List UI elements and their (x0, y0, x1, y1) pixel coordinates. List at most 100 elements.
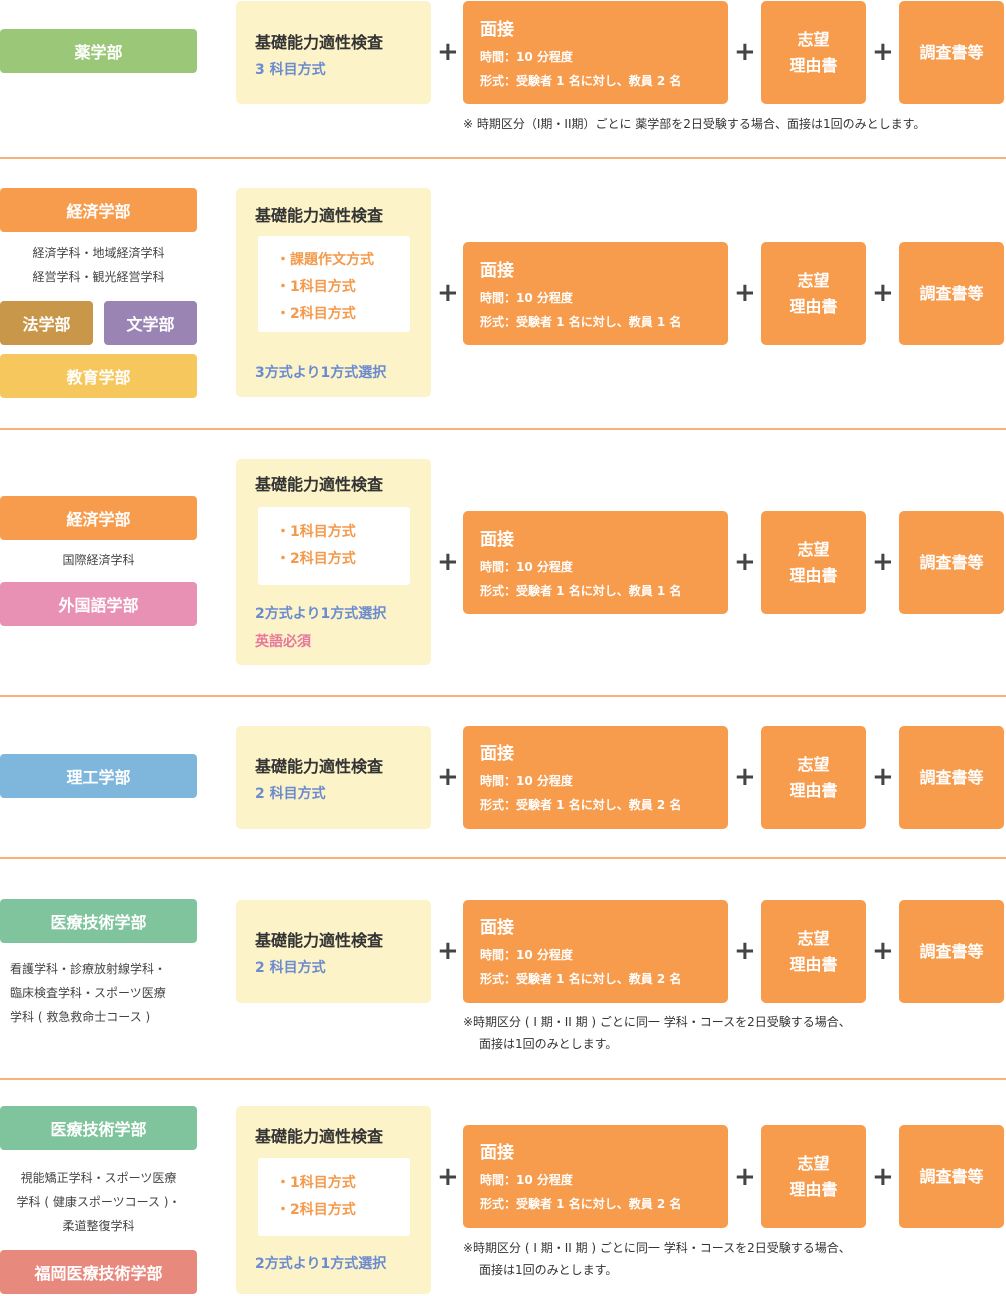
test-title: 基礎能力適性検査 (255, 475, 384, 494)
test-title: 基礎能力適性検査 (255, 757, 384, 776)
plus-icon: + (437, 936, 459, 966)
reason-box: 志望 理由書 (761, 900, 866, 1003)
interview-format: 形式：受験者 1 名に対し、教員 2 名 (480, 798, 682, 812)
interview-format: 形式：受験者 1 名に対し、教員 1 名 (480, 315, 682, 329)
plus-icon: + (734, 547, 756, 577)
department-line: 経済学科・地域経済学科 (32, 246, 165, 260)
note: ※時期区分 ( I 期・II 期 ) ごとに同一 学科・コースを2日受験する場合… (463, 1237, 851, 1281)
plus-icon: + (437, 278, 459, 308)
department-list: 視能矯正学科・スポーツ医療 学科 ( 健康スポーツコース )・ 柔道整復学科 (0, 1166, 197, 1238)
faculty-label: 経済学部 (0, 496, 197, 540)
test-method: 2 科目方式 (255, 960, 326, 976)
interview-time: 時間：10 分程度 (480, 774, 573, 788)
reason-box: 志望 理由書 (761, 1125, 866, 1228)
reason-line1: 志望 (797, 1153, 830, 1173)
test-option: ・2科目方式 (276, 551, 356, 567)
department-line: 学科 ( 健康スポーツコース )・ (16, 1195, 181, 1209)
reason-line1: 志望 (797, 29, 830, 49)
interview-title: 面接 (480, 261, 514, 281)
plus-icon: + (872, 1162, 894, 1192)
department-line: 臨床検査学科・スポーツ医療 (10, 986, 166, 1000)
reason-box: 志望 理由書 (761, 1, 866, 104)
note-line: 面接は1回のみとします。 (479, 1263, 618, 1277)
note: ※時期区分 ( I 期・II 期 ) ごとに同一 学科・コースを2日受験する場合… (463, 1011, 851, 1055)
interview-time: 時間：10 分程度 (480, 560, 573, 574)
plus-icon: + (734, 936, 756, 966)
plus-icon: + (734, 1162, 756, 1192)
plus-icon: + (734, 762, 756, 792)
department-line: 柔道整復学科 (62, 1219, 135, 1233)
interview-title: 面接 (480, 1143, 514, 1163)
note-line: ※時期区分 ( I 期・II 期 ) ごとに同一 学科・コースを2日受験する場合… (463, 1241, 851, 1255)
interview-box: 面接 時間：10 分程度 形式：受験者 1 名に対し、教員 2 名 (463, 726, 728, 829)
test-option: ・1科目方式 (276, 1175, 356, 1191)
department-line: 看護学科・診療放射線学科・ (10, 962, 167, 976)
aptitude-test-box: 基礎能力適性検査 2 科目方式 (236, 900, 431, 1003)
faculty-label: 医療技術学部 (0, 1106, 197, 1150)
interview-box: 面接 時間：10 分程度 形式：受験者 1 名に対し、教員 1 名 (463, 242, 728, 345)
test-method: 2 科目方式 (255, 786, 326, 802)
aptitude-test-box: 基礎能力適性検査 ・1科目方式 ・2科目方式 2方式より1方式選択 英語必須 (236, 459, 431, 665)
test-options: ・1科目方式 ・2科目方式 (258, 507, 410, 585)
test-option: ・2科目方式 (276, 1202, 356, 1218)
reason-box: 志望 理由書 (761, 242, 866, 345)
faculty-label: 経済学部 (0, 188, 197, 232)
plus-icon: + (872, 37, 894, 67)
reason-box: 志望 理由書 (761, 726, 866, 829)
interview-time: 時間：10 分程度 (480, 948, 573, 962)
faculty-label: 薬学部 (0, 29, 197, 73)
aptitude-test-box: 基礎能力適性検査 ・1科目方式 ・2科目方式 2方式より1方式選択 (236, 1106, 431, 1294)
test-title: 基礎能力適性検査 (255, 33, 384, 52)
interview-box: 面接 時間：10 分程度 形式：受験者 1 名に対し、教員 2 名 (463, 1125, 728, 1228)
interview-format: 形式：受験者 1 名に対し、教員 1 名 (480, 584, 682, 598)
interview-title: 面接 (480, 744, 514, 764)
note-line: 面接は1回のみとします。 (479, 1037, 618, 1051)
interview-title: 面接 (480, 530, 514, 550)
department-line: 国際経済学科 (62, 553, 135, 567)
faculty-label-education: 教育学部 (0, 354, 197, 398)
divider (0, 695, 1006, 697)
interview-time: 時間：10 分程度 (480, 291, 573, 305)
test-selection: 3方式より1方式選択 (255, 365, 387, 381)
docs-label: 調査書等 (919, 1166, 984, 1186)
interview-format: 形式：受験者 1 名に対し、教員 2 名 (480, 1197, 682, 1211)
aptitude-test-box: 基礎能力適性検査 2 科目方式 (236, 726, 431, 829)
plus-icon: + (437, 37, 459, 67)
reason-line2: 理由書 (789, 296, 838, 316)
test-option: ・1科目方式 (276, 524, 356, 540)
interview-title: 面接 (480, 20, 514, 40)
interview-title: 面接 (480, 918, 514, 938)
test-options: ・1科目方式 ・2科目方式 (258, 1158, 410, 1236)
reason-box: 志望 理由書 (761, 511, 866, 614)
aptitude-test-box: 基礎能力適性検査 3 科目方式 (236, 1, 431, 104)
reason-line2: 理由書 (789, 55, 838, 75)
test-selection: 2方式より1方式選択 (255, 606, 387, 622)
faculty-label: 理工学部 (0, 754, 197, 798)
divider (0, 1078, 1006, 1080)
faculty-label-law: 法学部 (0, 301, 93, 345)
reason-line1: 志望 (797, 928, 830, 948)
docs-label: 調査書等 (919, 941, 984, 961)
aptitude-test-box: 基礎能力適性検査 ・課題作文方式 ・1科目方式 ・2科目方式 3方式より1方式選… (236, 188, 431, 397)
divider (0, 428, 1006, 430)
plus-icon: + (437, 1162, 459, 1192)
note: ※ 時期区分（I期・II期）ごとに 薬学部を2日受験する場合、面接は1回のみとし… (463, 117, 926, 131)
docs-box: 調査書等 (899, 1, 1004, 104)
test-options: ・課題作文方式 ・1科目方式 ・2科目方式 (258, 236, 410, 332)
faculty-label-fukuoka: 福岡医療技術学部 (0, 1250, 197, 1294)
docs-label: 調査書等 (919, 283, 984, 303)
docs-label: 調査書等 (919, 552, 984, 572)
faculty-label: 医療技術学部 (0, 899, 197, 943)
interview-format: 形式：受験者 1 名に対し、教員 2 名 (480, 74, 682, 88)
english-required: 英語必須 (255, 634, 311, 650)
department-list: 国際経済学科 (0, 548, 197, 572)
docs-label: 調査書等 (919, 767, 984, 787)
docs-box: 調査書等 (899, 726, 1004, 829)
docs-box: 調査書等 (899, 900, 1004, 1003)
reason-line1: 志望 (797, 754, 830, 774)
department-line: 経営学科・観光経営学科 (32, 270, 165, 284)
faculty-label-letters: 文学部 (104, 301, 197, 345)
reason-line1: 志望 (797, 270, 830, 290)
interview-box: 面接 時間：10 分程度 形式：受験者 1 名に対し、教員 1 名 (463, 511, 728, 614)
plus-icon: + (872, 936, 894, 966)
